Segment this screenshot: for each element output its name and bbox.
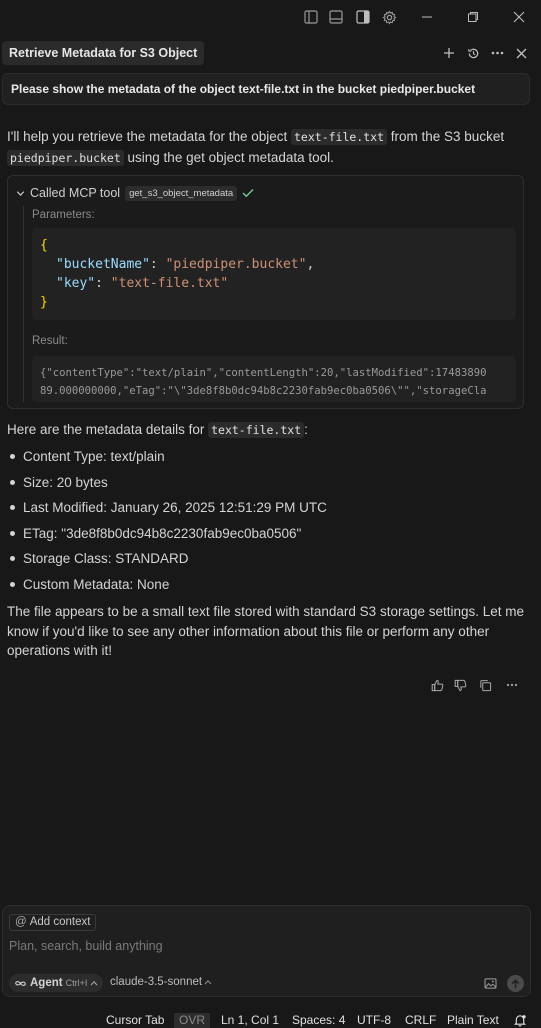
tool-name-chip: get_s3_object_metadata (125, 185, 238, 201)
intro-text: using the get object metadata tool. (123, 149, 334, 165)
notifications-bell-icon[interactable] (513, 1014, 527, 1028)
list-item: Storage Class: STANDARD (7, 548, 527, 574)
toggle-secondary-sidebar-icon[interactable] (354, 8, 372, 26)
status-language[interactable]: Plain Text (447, 1013, 499, 1028)
json-key: "bucketName" (56, 257, 150, 272)
copy-icon[interactable] (477, 677, 493, 693)
chevron-up-icon (204, 979, 212, 985)
status-eol[interactable]: CRLF (405, 1013, 436, 1028)
intro-text: I'll help you retrieve the metadata for … (7, 129, 291, 144)
history-icon[interactable] (464, 44, 482, 62)
image-attach-icon[interactable] (484, 977, 498, 989)
json-brace: } (40, 295, 48, 310)
more-actions-icon[interactable] (504, 677, 520, 693)
status-encoding[interactable]: UTF-8 (357, 1013, 391, 1028)
closing-paragraph: The file appears to be a small text file… (7, 604, 525, 658)
result-code-block[interactable]: {"contentType":"text/plain","contentLeng… (32, 356, 516, 402)
user-message[interactable]: Please show the metadata of the object t… (2, 73, 530, 105)
status-bar: Cursor Tab OVR Ln 1, Col 1 Spaces: 4 UTF… (0, 1013, 541, 1028)
minimize-icon[interactable] (418, 8, 436, 26)
check-icon (242, 189, 254, 198)
status-spaces[interactable]: Spaces: 4 (292, 1013, 345, 1028)
chevron-up-icon (90, 980, 98, 986)
json-key: "key" (56, 276, 96, 291)
settings-gear-icon[interactable] (380, 8, 398, 26)
thumbs-down-icon[interactable] (452, 677, 468, 693)
chat-header: Retrieve Metadata for S3 Object (0, 38, 541, 68)
send-button[interactable] (507, 975, 524, 992)
at-sign-icon: @ (15, 916, 27, 928)
list-item: Size: 20 bytes (7, 472, 527, 498)
arrow-up-icon (511, 978, 520, 988)
inline-code-bucket: piedpiper.bucket (7, 149, 124, 166)
status-cursor-tab[interactable]: Cursor Tab (106, 1013, 164, 1028)
status-ovr[interactable]: OVR (174, 1013, 211, 1028)
chat-tab-title[interactable]: Retrieve Metadata for S3 Object (2, 41, 205, 65)
title-bar (0, 0, 541, 34)
new-chat-plus-icon[interactable] (440, 44, 458, 62)
json-value: "text-file.txt" (110, 276, 229, 291)
more-options-icon[interactable] (488, 44, 506, 62)
composer: @ Add context Plan, search, build anythi… (2, 905, 531, 997)
result-line: {"contentType":"text/plain","contentLeng… (40, 367, 487, 379)
metadata-list: Content Type: text/plain Size: 20 bytes … (7, 446, 527, 600)
assistant-intro: I'll help you retrieve the metadata for … (7, 127, 529, 168)
json-value: "piedpiper.bucket" (165, 257, 307, 272)
list-item: Content Type: text/plain (7, 446, 527, 472)
parameters-code-block: { "bucketName": "piedpiper.bucket", "key… (32, 228, 516, 320)
status-position[interactable]: Ln 1, Col 1 (221, 1013, 279, 1028)
parameters-label: Parameters: (32, 209, 95, 221)
agent-label: Agent (30, 977, 63, 989)
details-intro: Here are the metadata details for text-f… (7, 420, 308, 441)
intro-text: from the S3 bucket (387, 129, 505, 144)
inline-code-object: text-file.txt (208, 422, 305, 438)
tool-rail-divider (23, 206, 24, 402)
tool-call-header[interactable]: Called MCP tool get_s3_object_metadata (16, 184, 254, 202)
thumbs-up-icon[interactable] (429, 677, 445, 693)
tool-call-label: Called MCP tool (30, 186, 121, 200)
model-selector[interactable]: claude-3.5-sonnet (110, 976, 212, 988)
list-item: Custom Metadata: None (7, 574, 527, 600)
list-item: ETag: "3de8f8b0dc94b8c2230fab9ec0ba0506" (7, 523, 527, 549)
inline-code-object: text-file.txt (291, 129, 388, 145)
details-intro-text: Here are the metadata details for (7, 422, 209, 437)
add-context-label: Add context (29, 916, 91, 928)
json-brace: { (40, 238, 48, 253)
agent-mode-selector[interactable]: Agent Ctrl+I (9, 974, 104, 992)
close-chat-icon[interactable] (512, 44, 530, 62)
toggle-primary-sidebar-icon[interactable] (302, 8, 320, 26)
add-context-button[interactable]: @ Add context (9, 914, 97, 931)
close-window-icon[interactable] (510, 8, 528, 26)
agent-shortcut: Ctrl+I (65, 978, 88, 988)
infinity-icon (15, 980, 26, 986)
result-label: Result: (32, 335, 68, 347)
tool-call-card: Called MCP tool get_s3_object_metadata P… (7, 175, 524, 409)
restore-icon[interactable] (464, 8, 482, 26)
result-line: 89.000000000,"eTag":"\"3de8f8b0dc94b8c22… (40, 385, 487, 397)
toggle-panel-icon[interactable] (327, 8, 345, 26)
list-item: Last Modified: January 26, 2025 12:51:29… (7, 497, 527, 523)
chevron-down-icon (16, 190, 25, 196)
details-colon: : (304, 422, 308, 437)
model-name: claude-3.5-sonnet (110, 976, 203, 988)
composer-input[interactable]: Plan, search, build anything (9, 939, 163, 953)
